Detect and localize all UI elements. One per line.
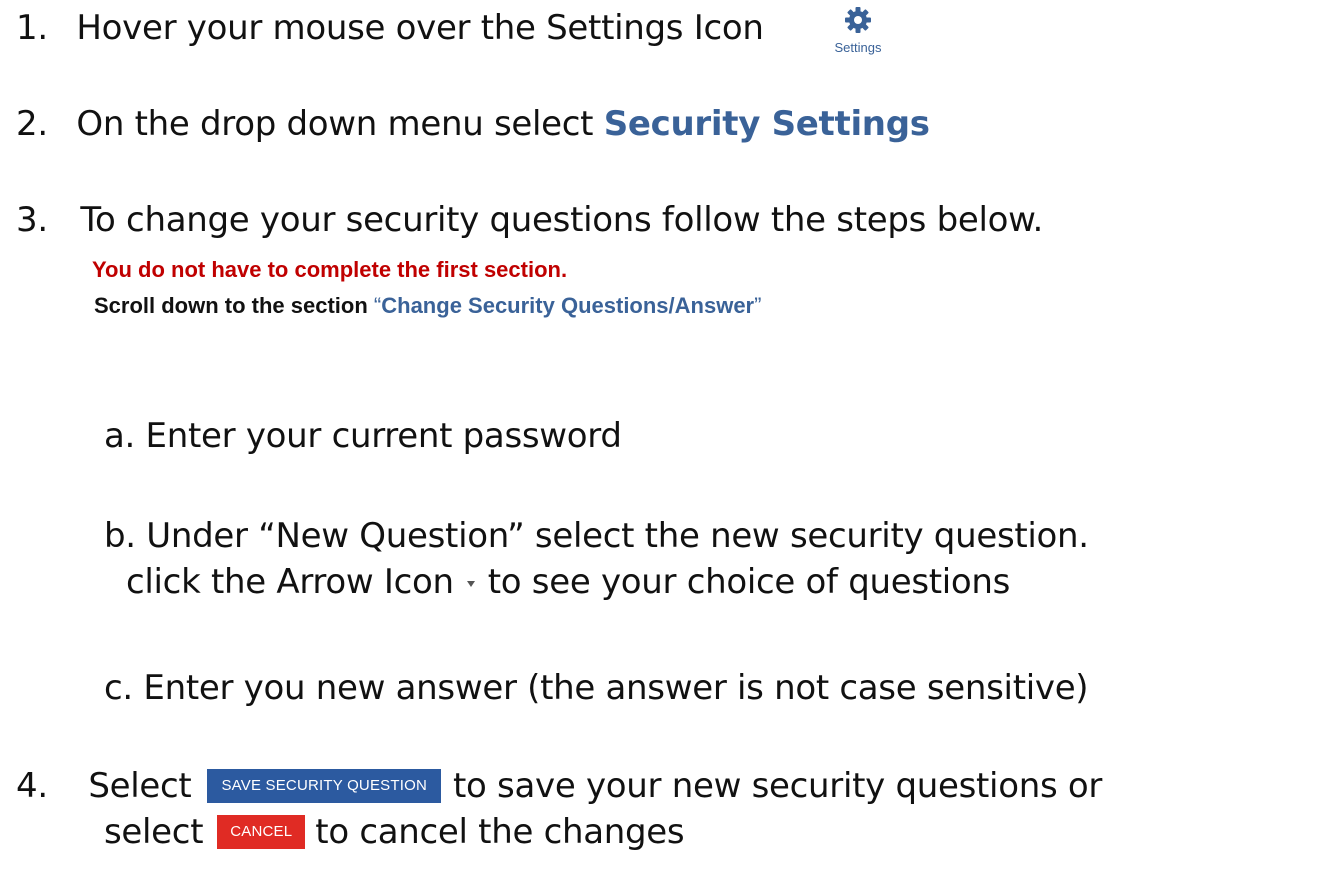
- gear-icon: [845, 7, 871, 33]
- step-3-text: To change your security questions follow…: [80, 200, 1044, 240]
- step-3-scroll-note: Scroll down to the section “Change Secur…: [94, 292, 761, 320]
- security-settings-highlight: Security Settings: [603, 104, 930, 144]
- arrow-text-post: to see your choice of questions: [487, 562, 1011, 602]
- step-1-number: 1.: [16, 8, 48, 48]
- arrow-text-pre: click the Arrow Icon: [126, 562, 454, 602]
- step-4-after-save: to save your new security questions or: [453, 766, 1103, 806]
- step-3b-line-2: click the Arrow Icon to see your choice o…: [126, 562, 1010, 602]
- step-4-select-2: select: [104, 812, 204, 852]
- step-1: 1. Hover your mouse over the Settings Ic…: [16, 8, 764, 48]
- section-name: Change Security Questions/Answer: [381, 293, 755, 318]
- step-3-red-note: You do not have to complete the first se…: [92, 257, 568, 282]
- scroll-note-prefix: Scroll down to the section: [94, 293, 368, 318]
- settings-icon-illustration: Settings: [826, 6, 890, 88]
- cancel-button[interactable]: CANCEL: [217, 814, 306, 849]
- step-3b-line-1: b. Under “New Question” select the new s…: [104, 516, 1089, 556]
- step-3c: c. Enter you new answer (the answer is n…: [104, 668, 1089, 708]
- arrow-down-icon: [466, 580, 475, 587]
- step-3: 3. To change your security questions fol…: [16, 200, 1043, 240]
- step-2-number: 2.: [16, 104, 48, 144]
- close-quote: ”: [754, 293, 762, 318]
- step-4-after-cancel: to cancel the changes: [315, 812, 685, 852]
- step-3-number: 3.: [16, 200, 48, 240]
- save-security-question-button[interactable]: SAVE SECURITY QUESTION: [207, 768, 442, 803]
- step-2: 2. On the drop down menu select Security…: [16, 104, 930, 144]
- step-3a: a. Enter your current password: [104, 416, 622, 456]
- step-4-line-2: select CANCEL to cancel the changes: [104, 812, 685, 852]
- step-2-text: On the drop down menu select: [76, 104, 594, 144]
- step-4-number: 4.: [16, 766, 48, 806]
- settings-caption: Settings: [834, 40, 882, 55]
- step-1-text: Hover your mouse over the Settings Icon: [76, 8, 764, 48]
- step-4-line-1: 4. Select SAVE SECURITY QUESTION to save y…: [16, 766, 1102, 806]
- step-4-select-1: Select: [88, 766, 192, 806]
